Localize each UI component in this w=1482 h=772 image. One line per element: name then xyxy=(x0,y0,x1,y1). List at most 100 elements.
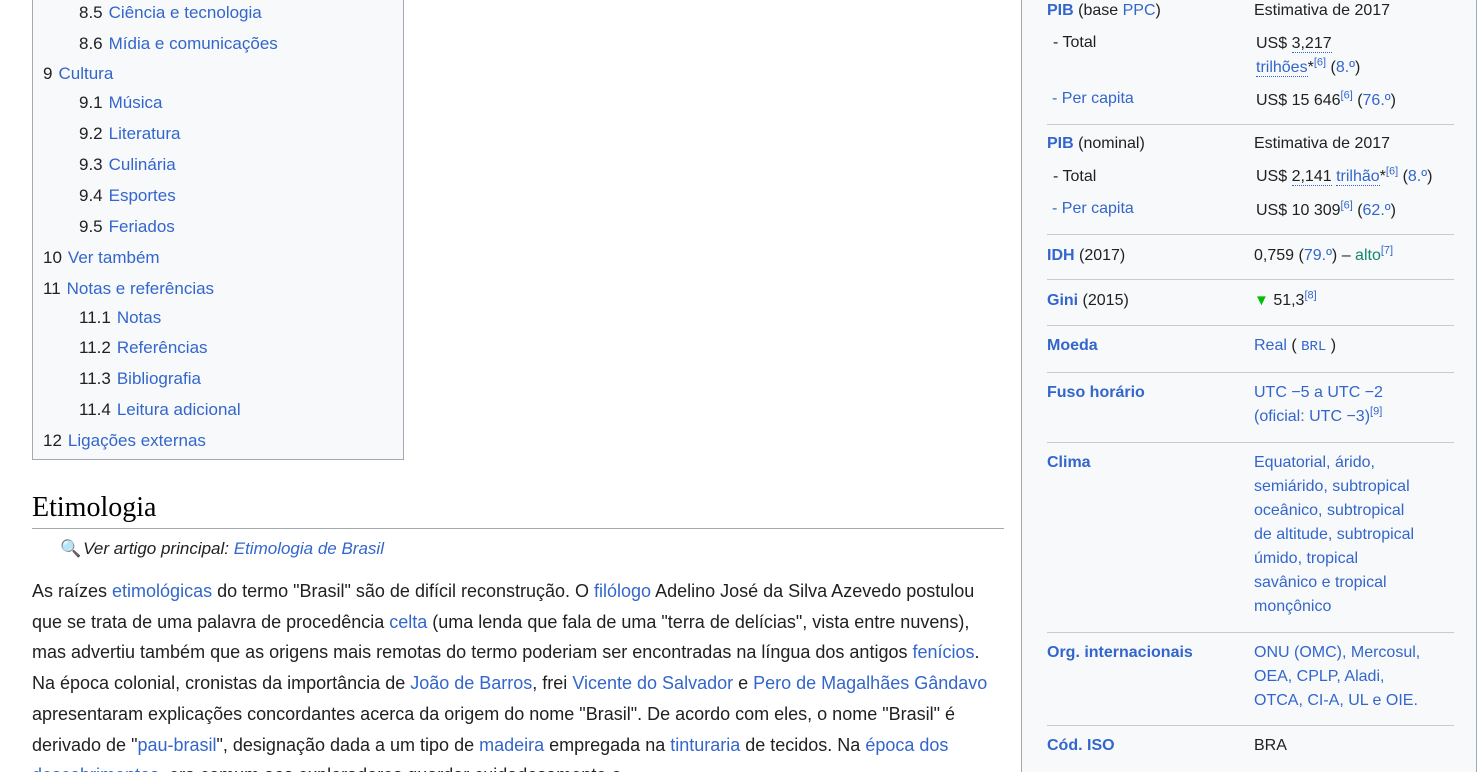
toc-item[interactable]: 10 Ver também xyxy=(43,247,160,269)
fuso-line1[interactable]: UTC −5 a UTC −2 xyxy=(1254,384,1383,401)
toc-item-link[interactable]: Ciência e tecnologia xyxy=(109,3,262,22)
idh-rank[interactable]: 79.º xyxy=(1304,247,1332,264)
toc-item-link[interactable]: Esportes xyxy=(109,186,176,205)
toc-item-link[interactable]: Ver também xyxy=(68,248,160,267)
org-line[interactable]: OEA, CPLP, Aladi, xyxy=(1254,668,1384,685)
inline-link[interactable]: pau-brasil xyxy=(137,735,216,755)
inline-link[interactable]: filólogo xyxy=(594,581,651,601)
toc-item-link[interactable]: Ligações externas xyxy=(68,431,206,450)
section-paragraph: As raízes etimológicas do termo "Brasil"… xyxy=(32,576,1004,772)
gini-label[interactable]: Gini xyxy=(1047,292,1078,309)
gini-ref[interactable]: [8] xyxy=(1304,290,1316,302)
toc-item[interactable]: 9.4 Esportes xyxy=(79,185,176,207)
pib-ppc-percapita-rank[interactable]: 76.º xyxy=(1363,92,1391,109)
pib-nominal-percapita-label[interactable]: - Per capita xyxy=(1052,198,1134,220)
clima-line[interactable]: oceânico, subtropical xyxy=(1254,502,1404,519)
org-line[interactable]: ONU (OMC), Mercosul, xyxy=(1254,644,1420,661)
inline-link[interactable]: Pero de Magalhães Gândavo xyxy=(753,673,987,693)
gini-value: ▼ 51,3[8] xyxy=(1254,289,1317,313)
pib-ppc-rank[interactable]: 8.º xyxy=(1336,59,1355,76)
toc-item-link[interactable]: Bibliografia xyxy=(117,369,201,388)
pib-nominal-percapita-rank[interactable]: 62.º xyxy=(1363,202,1391,219)
fuso-line2[interactable]: (oficial: UTC −3) xyxy=(1254,408,1370,425)
toc-item[interactable]: 8.6 Mídia e comunicações xyxy=(79,33,278,55)
idh-ref[interactable]: [7] xyxy=(1381,245,1393,257)
toc-item-link[interactable]: Feriados xyxy=(109,217,175,236)
pib-nominal-percapita-link[interactable]: - Per capita xyxy=(1052,200,1134,217)
inline-link[interactable]: fenícios xyxy=(912,642,974,662)
pib-ppc-label[interactable]: PIB xyxy=(1047,2,1074,19)
toc-item-number: 9 xyxy=(43,64,53,83)
toc-item[interactable]: 11 Notas e referências xyxy=(43,278,214,300)
toc-item-number: 12 xyxy=(43,431,62,450)
hatnote: 🔍 Ver artigo principal: Etimologia de Bra… xyxy=(60,538,384,560)
text-run: As raízes xyxy=(32,581,113,601)
decrease-arrow-icon: ▼ xyxy=(1254,292,1269,309)
org-value[interactable]: ONU (OMC), Mercosul, OEA, CPLP, Aladi, O… xyxy=(1254,641,1420,713)
toc-item-link[interactable]: Referências xyxy=(117,338,208,357)
toc-item[interactable]: 9.5 Feriados xyxy=(79,216,175,238)
fuso-value: UTC −5 a UTC −2 (oficial: UTC −3)[9] xyxy=(1254,381,1383,429)
toc-item-link[interactable]: Notas e referências xyxy=(67,279,214,298)
hatnote-link[interactable]: Etimologia de Brasil xyxy=(234,539,384,558)
clima-line[interactable]: de altitude, subtropical xyxy=(1254,526,1414,543)
pib-ppc-percapita-label[interactable]: - Per capita xyxy=(1052,88,1134,110)
toc-item[interactable]: 11.1 Notas xyxy=(79,307,161,329)
text-run: ", designação dada a um tipo de xyxy=(216,734,480,755)
clima-line[interactable]: semiárido, subtropical xyxy=(1254,478,1410,495)
ppc-link[interactable]: PPC xyxy=(1123,2,1156,19)
text-run: , era comum aos exploradores guardar cui… xyxy=(159,765,621,772)
org-line[interactable]: OTCA, CI-A, UL e OIE. xyxy=(1254,692,1418,709)
toc-item[interactable]: 8.5 Ciência e tecnologia xyxy=(79,2,262,24)
pib-nominal-rank[interactable]: 8.º xyxy=(1408,168,1427,185)
clima-line[interactable]: úmido, tropical xyxy=(1254,550,1358,567)
inline-link[interactable]: etimológicas xyxy=(112,581,212,601)
toc-item-link[interactable]: Culinária xyxy=(109,155,176,174)
clima-line[interactable]: Equatorial, árido, xyxy=(1254,454,1375,471)
inline-link[interactable]: Vicente do Salvador xyxy=(572,673,733,693)
infobox-row-fuso: Fuso horário UTC −5 a UTC −2 (oficial: UT… xyxy=(1047,373,1454,443)
fuso-label: Fuso horário xyxy=(1047,384,1145,401)
pib-nominal-total-label: - Total xyxy=(1053,168,1097,185)
moeda-link[interactable]: Real xyxy=(1254,337,1287,354)
pib-ppc-ref[interactable]: [6] xyxy=(1314,57,1326,69)
pib-ppc-percapita-link[interactable]: - Per capita xyxy=(1052,90,1134,107)
toc-item[interactable]: 9.2 Literatura xyxy=(79,123,180,145)
toc-item-link[interactable]: Leitura adicional xyxy=(117,400,241,419)
clima-line[interactable]: savânico e tropical xyxy=(1254,574,1387,591)
moeda-code[interactable]: BRL xyxy=(1301,339,1326,355)
pib-nominal-amount: 2,141 xyxy=(1291,168,1332,186)
toc-item[interactable]: 11.3 Bibliografia xyxy=(79,368,201,390)
org-label[interactable]: Org. internacionais xyxy=(1047,644,1193,661)
pib-ppc-unit-link[interactable]: trilhões xyxy=(1256,59,1308,77)
pib-nominal-unit-link[interactable]: trilhão xyxy=(1336,168,1380,186)
pib-nominal-label[interactable]: PIB xyxy=(1047,135,1074,152)
clima-line[interactable]: monçônico xyxy=(1254,598,1331,615)
toc-item-link[interactable]: Cultura xyxy=(58,64,113,83)
fuso-ref[interactable]: [9] xyxy=(1370,406,1382,418)
iso-label[interactable]: Cód. ISO xyxy=(1047,737,1115,754)
inline-link[interactable]: João de Barros xyxy=(410,673,532,693)
inline-link[interactable]: tinturaria xyxy=(670,735,740,755)
toc-item-link[interactable]: Notas xyxy=(117,308,161,327)
toc-item[interactable]: 9 Cultura xyxy=(43,63,113,85)
toc-item-link[interactable]: Mídia e comunicações xyxy=(109,34,278,53)
toc-item-link[interactable]: Música xyxy=(109,93,163,112)
idh-level[interactable]: alto xyxy=(1355,247,1381,264)
toc-item[interactable]: 9.1 Música xyxy=(79,92,163,114)
inline-link[interactable]: madeira xyxy=(479,735,544,755)
toc-item[interactable]: 9.3 Culinária xyxy=(79,154,176,176)
pib-nominal-ref[interactable]: [6] xyxy=(1386,166,1398,178)
pib-ppc-amount: 3,217 xyxy=(1291,35,1332,53)
toc-item-link[interactable]: Literatura xyxy=(109,124,181,143)
idh-label[interactable]: IDH xyxy=(1047,247,1075,264)
moeda-label: Moeda xyxy=(1047,337,1098,354)
toc-item[interactable]: 11.4 Leitura adicional xyxy=(79,399,241,421)
toc-item[interactable]: 12 Ligações externas xyxy=(43,430,206,452)
infobox-row-gini: Gini (2015) ▼ 51,3[8] xyxy=(1047,280,1454,326)
inline-link[interactable]: celta xyxy=(389,612,427,632)
pib-ppc-percapita-ref[interactable]: [6] xyxy=(1341,90,1353,102)
clima-value[interactable]: Equatorial, árido, semiárido, subtropica… xyxy=(1254,451,1414,619)
pib-nominal-percapita-ref[interactable]: [6] xyxy=(1341,200,1353,212)
toc-item[interactable]: 11.2 Referências xyxy=(79,337,208,359)
